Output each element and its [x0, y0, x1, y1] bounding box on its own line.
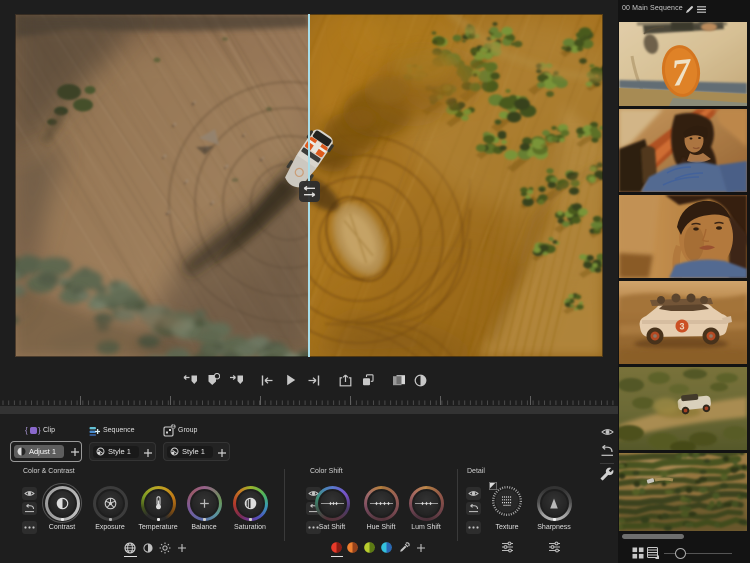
- svg-text:4: 4: [172, 425, 175, 431]
